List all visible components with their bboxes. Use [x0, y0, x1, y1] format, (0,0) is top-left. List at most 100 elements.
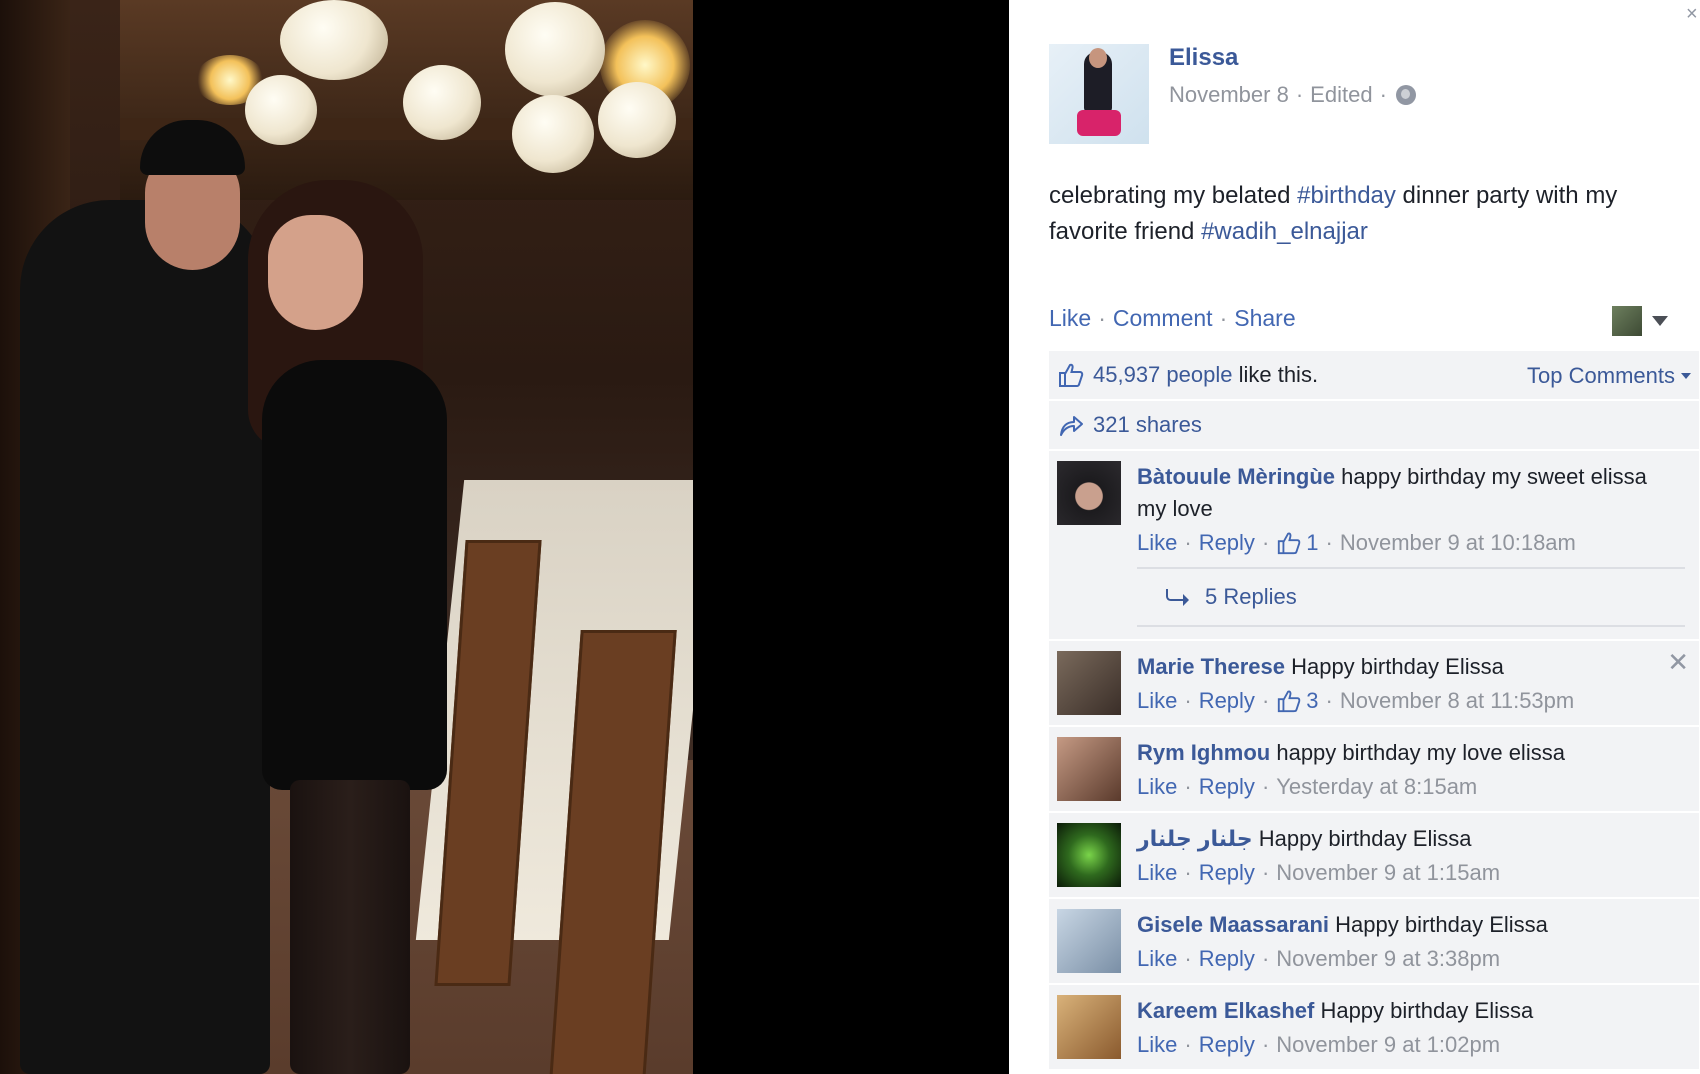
comment-time[interactable]: November 9 at 3:38pm [1276, 941, 1500, 977]
post-photo[interactable] [0, 0, 693, 1074]
thumbs-up-icon [1278, 532, 1301, 555]
comment-like-link[interactable]: Like [1137, 1027, 1177, 1063]
comment: Kareem Elkashef Happy birthday Elissa Li… [1049, 985, 1699, 1071]
close-icon[interactable]: × [1686, 4, 1700, 28]
comment-time[interactable]: November 9 at 10:18am [1340, 525, 1576, 561]
comment-text: Happy birthday Elissa [1252, 826, 1472, 851]
commenter-name[interactable]: Bàtouule Mèringùe [1137, 464, 1335, 489]
like-link[interactable]: Like [1049, 305, 1091, 332]
shares-count-link[interactable]: 321 shares [1093, 412, 1202, 438]
avatar-head [1089, 48, 1107, 68]
view-replies-link[interactable]: 5 Replies [1137, 567, 1685, 627]
action-separator: · [1261, 946, 1270, 971]
comment-like-link[interactable]: Like [1137, 941, 1177, 977]
photo-flower-ball [280, 0, 388, 80]
comment-likes[interactable]: 1 [1276, 525, 1319, 561]
comment-body: Rym Ighmou happy birthday my love elissa… [1137, 727, 1699, 805]
comment-link[interactable]: Comment [1113, 305, 1213, 332]
likes-suffix: like this. [1232, 362, 1319, 387]
commenter-name[interactable]: Rym Ighmou [1137, 740, 1270, 765]
comment: Bàtouule Mèringùe happy birthday my swee… [1049, 451, 1699, 641]
post-text: celebrating my belated #birthday dinner … [1049, 178, 1689, 250]
comment-actions: Like · Reply · November 9 at 3:38pm [1137, 941, 1659, 977]
commenter-name[interactable]: جلنار جلنار [1137, 826, 1253, 851]
comment-reply-link[interactable]: Reply [1199, 1027, 1255, 1063]
action-separator: · [1098, 305, 1106, 331]
avatar-seat [1077, 110, 1121, 136]
commenter-name[interactable]: Kareem Elkashef [1137, 998, 1314, 1023]
photo-legs [290, 780, 410, 1074]
photo-stage [0, 0, 1009, 1074]
comment-like-link[interactable]: Like [1137, 855, 1177, 891]
commenter-avatar[interactable] [1057, 823, 1121, 887]
comment: ✕ Marie Therese Happy birthday Elissa Li… [1049, 641, 1699, 727]
comment-time[interactable]: November 9 at 1:15am [1276, 855, 1500, 891]
post-panel: × Elissa November 8 · Edited · celebrati… [1009, 0, 1700, 1074]
comment-actions: Like · Reply · November 9 at 1:02pm [1137, 1027, 1659, 1063]
comment-reply-link[interactable]: Reply [1199, 525, 1255, 561]
edited-label[interactable]: Edited [1310, 82, 1372, 108]
chevron-down-icon [1652, 316, 1668, 326]
comment-time[interactable]: November 8 at 11:53pm [1340, 683, 1574, 719]
comment-time[interactable]: November 9 at 1:02pm [1276, 1027, 1500, 1063]
comment-actions: Like · Reply · November 9 at 1:15am [1137, 855, 1659, 891]
comment-actions: Like · Reply · 1 · November 9 at 10:18am [1137, 525, 1659, 561]
comment-actions: Like · Reply · 3 · November 8 at 11:53pm [1137, 683, 1659, 719]
action-separator: · [1261, 774, 1270, 799]
thumbs-up-icon [1278, 690, 1301, 713]
comment-reply-link[interactable]: Reply [1199, 683, 1255, 719]
comment-text: Happy birthday Elissa [1284, 654, 1504, 679]
comment-as-selector[interactable] [1612, 306, 1668, 336]
action-separator: · [1184, 946, 1192, 971]
comment-like-link[interactable]: Like [1137, 683, 1177, 719]
close-icon[interactable]: ✕ [1667, 647, 1689, 678]
comment: Rym Ighmou happy birthday my love elissa… [1049, 727, 1699, 813]
author-name[interactable]: Elissa [1169, 44, 1238, 72]
action-separator: · [1184, 1032, 1192, 1057]
meta-separator: · [1379, 82, 1387, 107]
comment-body: Marie Therese Happy birthday Elissa Like… [1137, 641, 1699, 719]
action-separator: · [1184, 774, 1192, 799]
photo-flower-ball [505, 2, 605, 97]
share-link[interactable]: Share [1234, 305, 1295, 332]
action-separator: · [1325, 688, 1333, 713]
comment-body: Bàtouule Mèringùe happy birthday my swee… [1137, 451, 1699, 561]
hashtag-link[interactable]: #birthday [1297, 182, 1396, 209]
feedback-box: 45,937 people like this. Top Comments 32… [1049, 351, 1699, 1071]
post-date[interactable]: November 8 [1169, 82, 1289, 108]
commenter-avatar[interactable] [1057, 461, 1121, 525]
comment-reply-link[interactable]: Reply [1199, 769, 1255, 805]
post-meta: November 8 · Edited · [1169, 82, 1416, 108]
comment-reply-link[interactable]: Reply [1199, 941, 1255, 977]
comment-body: جلنار جلنار Happy birthday Elissa Like ·… [1137, 813, 1699, 891]
globe-icon[interactable] [1395, 85, 1416, 105]
author-avatar[interactable] [1049, 44, 1149, 144]
commenter-avatar[interactable] [1057, 909, 1121, 973]
post-text-part: celebrating my belated [1049, 182, 1298, 209]
comment-text: Happy birthday Elissa [1314, 998, 1534, 1023]
comment-actions: Like · Reply · Yesterday at 8:15am [1137, 769, 1659, 805]
photo-flower-ball [512, 95, 594, 173]
comment-text: happy birthday my love elissa [1270, 740, 1565, 765]
photo-flower-ball [598, 82, 676, 158]
commenter-avatar[interactable] [1057, 737, 1121, 801]
commenter-avatar[interactable] [1057, 651, 1121, 715]
commenter-avatar[interactable] [1057, 995, 1121, 1059]
comment-likes-count: 3 [1306, 688, 1319, 713]
commenter-name[interactable]: Marie Therese [1137, 654, 1285, 679]
likes-count-link[interactable]: 45,937 people [1093, 362, 1232, 388]
action-separator: · [1261, 688, 1270, 713]
comment-time[interactable]: Yesterday at 8:15am [1276, 769, 1477, 805]
replies-count: 5 Replies [1205, 584, 1297, 609]
share-arrow-icon [1060, 416, 1083, 436]
commenter-name[interactable]: Gisele Maassarani [1137, 912, 1329, 937]
comment-reply-link[interactable]: Reply [1199, 855, 1255, 891]
meta-separator: · [1295, 82, 1304, 107]
action-separator: · [1184, 530, 1192, 555]
comment-body: Gisele Maassarani Happy birthday Elissa … [1137, 899, 1699, 977]
hashtag-link[interactable]: #wadih_elnajjar [1201, 218, 1368, 245]
comment-likes[interactable]: 3 [1276, 683, 1319, 719]
comment-like-link[interactable]: Like [1137, 769, 1177, 805]
comment-like-link[interactable]: Like [1137, 525, 1177, 561]
top-comments-dropdown[interactable]: Top Comments [1527, 363, 1691, 389]
